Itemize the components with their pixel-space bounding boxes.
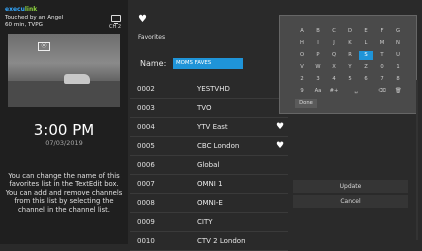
key-6[interactable]: 6 — [359, 75, 373, 84]
program-info-panel: execulink Touched by an Angel 60 min, TV… — [0, 0, 128, 244]
name-label: Name: — [140, 59, 167, 68]
channel-name: OMNI-E — [197, 199, 223, 207]
channel-row[interactable]: 0009 CITY — [130, 213, 288, 232]
scrollbar[interactable] — [416, 80, 418, 240]
program-title: Touched by an Angel — [5, 15, 64, 21]
help-text: You can change the name of this favorite… — [5, 172, 123, 214]
channel-row[interactable]: 0004 YTV East ♥ — [130, 118, 288, 137]
key-t[interactable]: T — [375, 51, 389, 60]
channel-row[interactable]: 0002 YESTVHD — [130, 80, 288, 99]
key-o[interactable]: O — [295, 51, 309, 60]
update-button[interactable]: Update — [293, 180, 408, 193]
video-preview[interactable]: ⦿ — [8, 34, 120, 107]
channel-name: YESTVHD — [197, 85, 230, 93]
channel-number: 0003 — [137, 104, 155, 112]
preview-car — [64, 74, 90, 84]
key-p[interactable]: P — [311, 51, 325, 60]
channel-number: 0002 — [137, 85, 155, 93]
key-d[interactable]: D — [343, 27, 357, 36]
brand-logo-part2: link — [24, 6, 38, 13]
key-i[interactable]: I — [311, 39, 325, 48]
key-v[interactable]: V — [295, 63, 309, 72]
symbols-key[interactable]: #+ — [327, 87, 341, 96]
rating-tag-icon: ⦿ — [38, 42, 50, 51]
favorites-title: Favorites — [138, 34, 166, 41]
channel-label: CH 2 — [109, 24, 122, 30]
key-g[interactable]: G — [391, 27, 405, 36]
channel-name: OMNI 1 — [197, 180, 223, 188]
channel-number: 0009 — [137, 218, 155, 226]
tv-icon — [111, 15, 121, 24]
key-s[interactable]: S — [359, 51, 373, 60]
program-subtitle: 60 min, TVPG — [5, 22, 43, 28]
space-key-icon[interactable]: ␣ — [343, 87, 369, 96]
key-5[interactable]: 5 — [343, 75, 357, 84]
channel-name: CITY — [197, 218, 213, 226]
key-m[interactable]: M — [375, 39, 389, 48]
key-z[interactable]: Z — [359, 63, 373, 72]
key-u[interactable]: U — [391, 51, 405, 60]
favorites-name-input[interactable]: MOMS FAVES — [173, 58, 243, 69]
key-7[interactable]: 7 — [375, 75, 389, 84]
channel-name: Global — [197, 161, 220, 169]
key-0[interactable]: 0 — [375, 63, 389, 72]
brand-logo-part1: execu — [5, 6, 25, 13]
channel-number: 0004 — [137, 123, 155, 131]
preview-road — [8, 81, 120, 107]
key-h[interactable]: H — [295, 39, 309, 48]
channel-number: 0008 — [137, 199, 155, 207]
brand-logo: execulink — [5, 6, 37, 13]
key-8[interactable]: 8 — [391, 75, 405, 84]
key-b[interactable]: B — [311, 27, 325, 36]
keyboard-done-button[interactable]: Done — [295, 99, 317, 108]
key-a[interactable]: A — [295, 27, 309, 36]
channel-name: YTV East — [197, 123, 228, 131]
key-9[interactable]: 9 — [295, 87, 309, 96]
channel-row[interactable]: 0008 OMNI-E — [130, 194, 288, 213]
key-q[interactable]: Q — [327, 51, 341, 60]
channel-row[interactable]: 0005 CBC London ♥ — [130, 137, 288, 156]
channel-row[interactable]: 0006 Global — [130, 156, 288, 175]
channel-name: CBC London — [197, 142, 240, 150]
key-j[interactable]: J — [327, 39, 341, 48]
channel-number: 0007 — [137, 180, 155, 188]
key-1[interactable]: 1 — [391, 63, 405, 72]
channel-number: 0006 — [137, 161, 155, 169]
key-3[interactable]: 3 — [311, 75, 325, 84]
channel-number: 0005 — [137, 142, 155, 150]
channel-name: TVO — [197, 104, 212, 112]
channel-number: 0010 — [137, 237, 155, 245]
cancel-button[interactable]: Cancel — [293, 195, 408, 208]
key-c[interactable]: C — [327, 27, 341, 36]
favorite-heart-icon: ♥ — [276, 141, 285, 151]
clear-key-icon[interactable]: 🗑 — [391, 87, 405, 96]
favorites-heart-icon: ♥ — [138, 14, 147, 25]
case-toggle-key[interactable]: Aa — [311, 87, 325, 96]
key-l[interactable]: L — [359, 39, 373, 48]
channel-name: CTV 2 London — [197, 237, 246, 245]
channel-row[interactable]: 0010 CTV 2 London — [130, 232, 288, 251]
key-n[interactable]: N — [391, 39, 405, 48]
key-e[interactable]: E — [359, 27, 373, 36]
clock-date: 07/03/2019 — [45, 139, 83, 147]
backspace-key-icon[interactable]: ⌫ — [375, 87, 389, 96]
key-f[interactable]: F — [375, 27, 389, 36]
key-r[interactable]: R — [343, 51, 357, 60]
channel-list: 0002 YESTVHD 0003 TVO 0004 YTV East ♥ 0005 CB… — [130, 80, 288, 251]
key-y[interactable]: Y — [343, 63, 357, 72]
channel-row[interactable]: 0003 TVO — [130, 99, 288, 118]
key-k[interactable]: K — [343, 39, 357, 48]
channel-row[interactable]: 0007 OMNI 1 — [130, 175, 288, 194]
favorite-heart-icon: ♥ — [276, 122, 285, 132]
onscreen-keyboard: A B C D E F G H I J K L M N O P Q R S T … — [279, 15, 417, 114]
key-w[interactable]: W — [311, 63, 325, 72]
key-2[interactable]: 2 — [295, 75, 309, 84]
clock-time: 3:00 PM — [33, 121, 95, 139]
key-4[interactable]: 4 — [327, 75, 341, 84]
key-x[interactable]: X — [327, 63, 341, 72]
